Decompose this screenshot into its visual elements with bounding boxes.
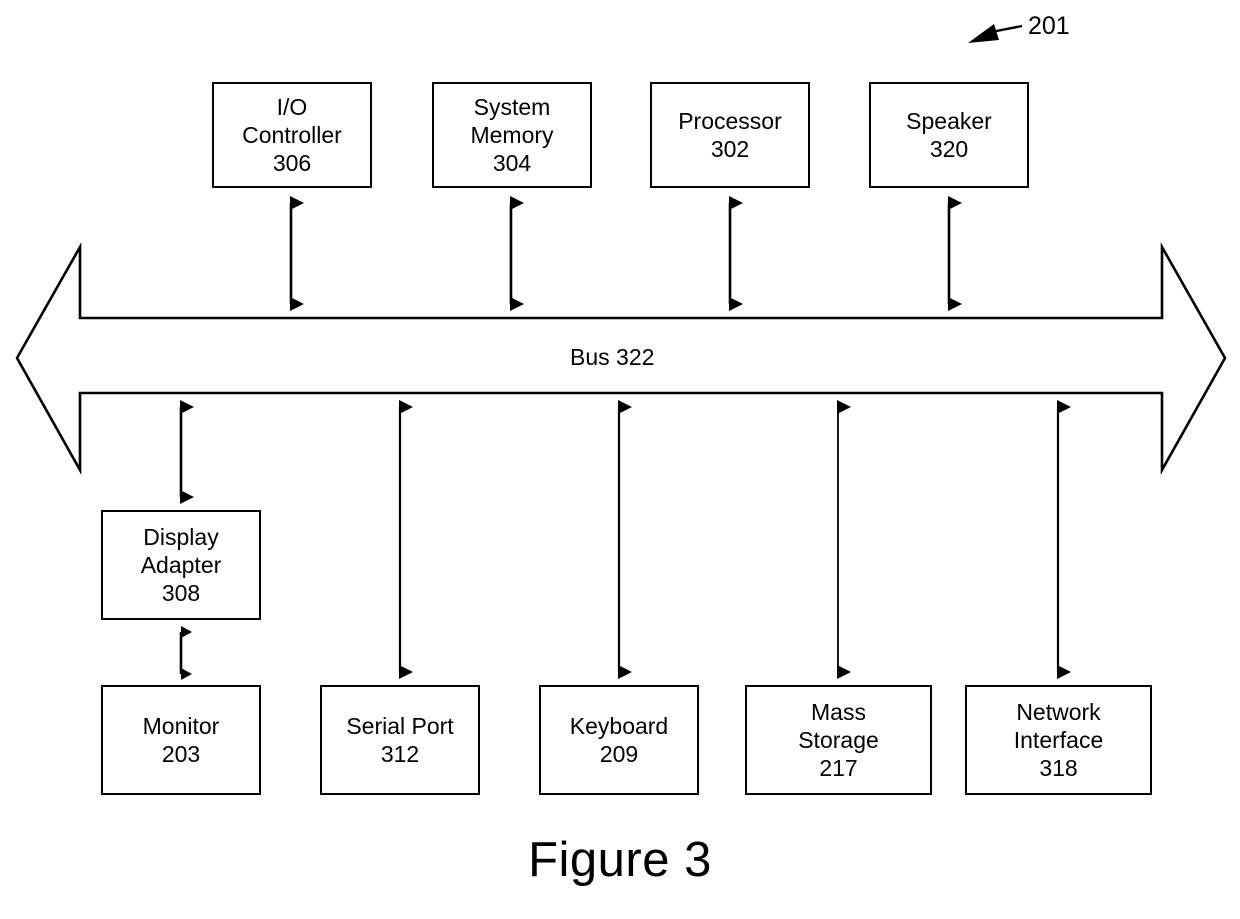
block-serial-port-line-1: Serial Port [346, 712, 454, 739]
block-mass-storage-line-1: Mass [811, 698, 866, 725]
block-processor-numeral: 302 [710, 136, 750, 162]
block-speaker[interactable]: Speaker 320 [869, 82, 1029, 188]
block-display-adapter-line-1: Display [143, 523, 219, 550]
block-serial-port[interactable]: Serial Port 312 [320, 685, 480, 795]
block-system-memory-numeral: 304 [492, 150, 532, 177]
block-network-interface-line-2: Interface [1013, 726, 1104, 753]
reference-leader-201 [968, 24, 1023, 43]
block-network-interface[interactable]: Network Interface 318 [965, 685, 1152, 795]
block-network-interface-line-1: Network [1016, 698, 1101, 725]
block-keyboard-numeral: 209 [599, 741, 639, 767]
block-speaker-line-1: Speaker [906, 107, 992, 134]
block-speaker-numeral: 320 [929, 136, 969, 162]
block-display-adapter-numeral: 308 [161, 580, 201, 607]
figure-caption: Figure 3 [528, 833, 712, 887]
block-io-controller-numeral: 306 [272, 150, 312, 177]
block-processor[interactable]: Processor 302 [650, 82, 810, 188]
block-mass-storage[interactable]: Mass Storage 217 [745, 685, 932, 795]
block-io-controller[interactable]: I/O Controller 306 [212, 82, 372, 188]
block-display-adapter-line-2: Adapter [140, 551, 222, 578]
block-monitor-numeral: 203 [161, 741, 201, 767]
bus-label: Bus 322 [570, 344, 655, 370]
block-keyboard[interactable]: Keyboard 209 [539, 685, 699, 795]
block-keyboard-line-1: Keyboard [569, 712, 669, 739]
block-mass-storage-line-2: Storage [798, 726, 879, 753]
block-mass-storage-numeral: 217 [819, 755, 858, 782]
block-monitor[interactable]: Monitor 203 [101, 685, 261, 795]
block-system-memory-line-2: Memory [470, 121, 554, 148]
block-io-controller-line-1: I/O [276, 93, 308, 120]
block-display-adapter[interactable]: Display Adapter 308 [101, 510, 261, 620]
reference-numeral-201: 201 [1028, 12, 1070, 40]
block-monitor-line-1: Monitor [142, 712, 220, 739]
block-processor-line-1: Processor [678, 107, 782, 134]
block-network-interface-numeral: 318 [1039, 755, 1078, 782]
block-system-memory[interactable]: System Memory 304 [432, 82, 592, 188]
block-system-memory-line-1: System [473, 93, 551, 120]
block-serial-port-numeral: 312 [380, 741, 420, 767]
block-io-controller-line-2: Controller [242, 121, 342, 148]
figure-3-block-diagram: 201 I/O Controller 306 System Memory 304… [0, 0, 1240, 919]
